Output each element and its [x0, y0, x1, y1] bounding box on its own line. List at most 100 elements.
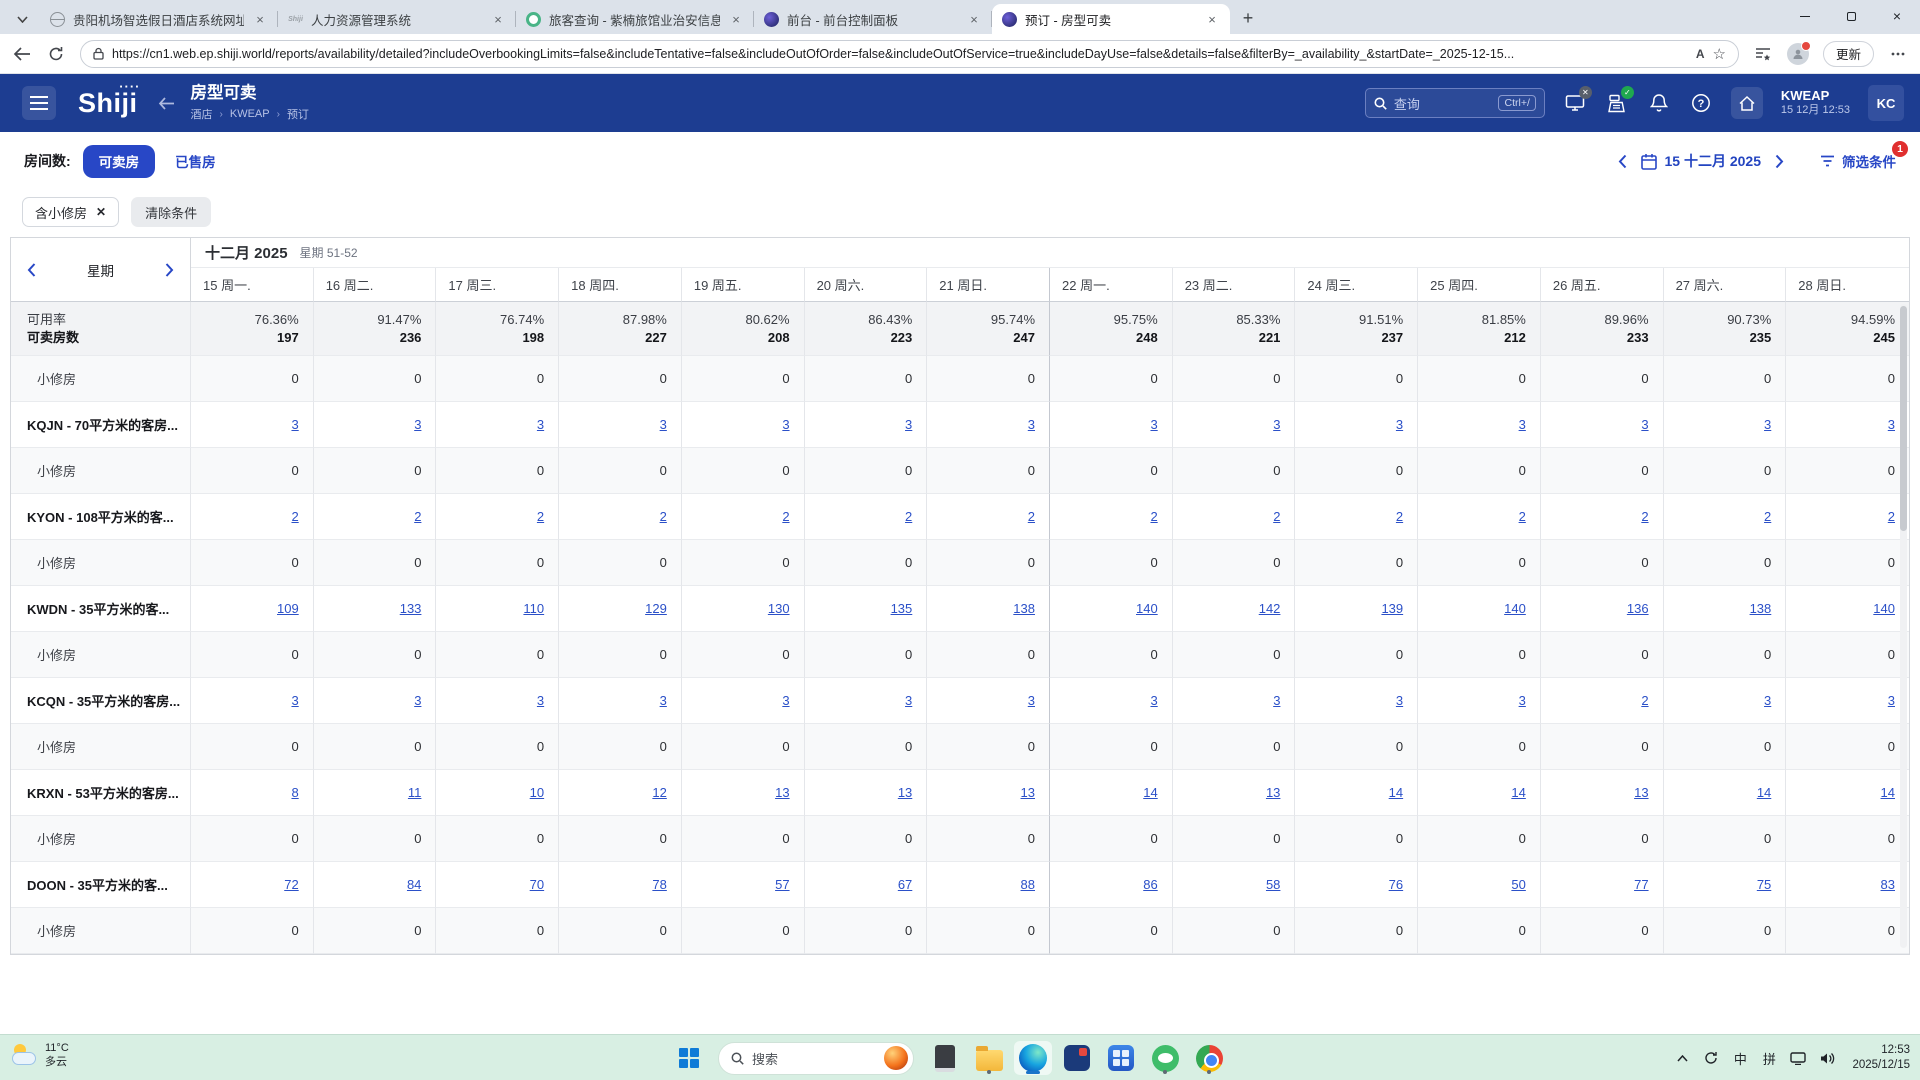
- browser-tab-3[interactable]: 旅客查询 - 紫楠旅馆业治安信息管×: [516, 4, 754, 34]
- menu-icon[interactable]: [22, 86, 56, 120]
- tab-close-icon[interactable]: ×: [728, 12, 744, 27]
- address-bar[interactable]: https://cn1.web.ep.shiji.world/reports/a…: [80, 40, 1739, 68]
- browser-tab-1[interactable]: 贵阳机场智选假日酒店系统网址导×: [40, 4, 278, 34]
- availability-link[interactable]: 3: [1764, 417, 1771, 432]
- previous-date-icon[interactable]: [1618, 154, 1627, 169]
- home-icon[interactable]: [1731, 87, 1763, 119]
- new-tab-button[interactable]: +: [1234, 4, 1262, 32]
- availability-link[interactable]: 133: [400, 601, 422, 616]
- availability-link[interactable]: 10: [530, 785, 544, 800]
- availability-link[interactable]: 3: [782, 693, 789, 708]
- availability-link[interactable]: 3: [537, 693, 544, 708]
- search-highlight-icon[interactable]: [884, 1046, 908, 1070]
- availability-link[interactable]: 3: [1519, 693, 1526, 708]
- availability-link[interactable]: 2: [1150, 509, 1157, 524]
- tab-close-icon[interactable]: ×: [252, 12, 268, 27]
- availability-link[interactable]: 3: [1888, 693, 1895, 708]
- navy-app-taskbar-icon[interactable]: [1058, 1041, 1096, 1075]
- availability-link[interactable]: 3: [1396, 693, 1403, 708]
- availability-link[interactable]: 3: [1028, 417, 1035, 432]
- availability-link[interactable]: 3: [1764, 693, 1771, 708]
- tab-close-icon[interactable]: ×: [966, 12, 982, 27]
- availability-link[interactable]: 75: [1757, 877, 1771, 892]
- availability-link[interactable]: 13: [775, 785, 789, 800]
- close-button[interactable]: ×: [1874, 0, 1920, 32]
- availability-link[interactable]: 136: [1627, 601, 1649, 616]
- availability-link[interactable]: 3: [1150, 693, 1157, 708]
- availability-link[interactable]: 3: [1273, 693, 1280, 708]
- refresh-icon[interactable]: [46, 44, 66, 64]
- availability-link[interactable]: 13: [898, 785, 912, 800]
- read-aloud-icon[interactable]: A: [1696, 47, 1705, 61]
- volume-icon[interactable]: [1819, 1052, 1835, 1065]
- availability-link[interactable]: 130: [768, 601, 790, 616]
- sync-icon[interactable]: [1703, 1051, 1719, 1065]
- browser-menu-icon[interactable]: [1888, 44, 1908, 64]
- filter-chip-oos[interactable]: 含小修房 ✕: [22, 197, 119, 227]
- tab-close-icon[interactable]: ×: [1204, 12, 1220, 27]
- availability-link[interactable]: 13: [1266, 785, 1280, 800]
- availability-link[interactable]: 140: [1504, 601, 1526, 616]
- cashier-icon[interactable]: ✓: [1605, 91, 1629, 115]
- availability-link[interactable]: 2: [1888, 509, 1895, 524]
- availability-link[interactable]: 14: [1389, 785, 1403, 800]
- availability-link[interactable]: 14: [1881, 785, 1895, 800]
- availability-link[interactable]: 2: [537, 509, 544, 524]
- edge-taskbar-icon[interactable]: [1014, 1041, 1052, 1075]
- availability-link[interactable]: 3: [414, 417, 421, 432]
- availability-link[interactable]: 13: [1021, 785, 1035, 800]
- maximize-button[interactable]: [1828, 0, 1874, 32]
- folder-taskbar-icon[interactable]: [970, 1041, 1008, 1075]
- favorites-bar-icon[interactable]: [1753, 44, 1773, 64]
- availability-link[interactable]: 70: [530, 877, 544, 892]
- ime-language-indicator[interactable]: 中: [1732, 1049, 1748, 1068]
- availability-link[interactable]: 3: [1396, 417, 1403, 432]
- taskbar-clock[interactable]: 12:53 2025/12/15: [1852, 1043, 1910, 1073]
- availability-link[interactable]: 13: [1634, 785, 1648, 800]
- next-week-icon[interactable]: [165, 263, 174, 277]
- availability-link[interactable]: 110: [523, 601, 544, 616]
- availability-link[interactable]: 138: [1750, 601, 1772, 616]
- notifications-bell-icon[interactable]: [1647, 91, 1671, 115]
- tab-search-icon[interactable]: [8, 6, 36, 32]
- availability-link[interactable]: 2: [1641, 509, 1648, 524]
- property-info[interactable]: KWEAP 15 12月 12:53: [1781, 88, 1850, 118]
- availability-link[interactable]: 58: [1266, 877, 1280, 892]
- chrome-taskbar-icon[interactable]: [1190, 1041, 1228, 1075]
- availability-link[interactable]: 67: [898, 877, 912, 892]
- availability-link[interactable]: 14: [1757, 785, 1771, 800]
- breadcrumb-booking[interactable]: 预订: [287, 106, 309, 122]
- availability-link[interactable]: 3: [905, 693, 912, 708]
- availability-link[interactable]: 86: [1143, 877, 1157, 892]
- browser-tab-4[interactable]: 前台 - 前台控制面板×: [754, 4, 992, 34]
- scrollbar-thumb[interactable]: [1900, 306, 1907, 531]
- availability-link[interactable]: 50: [1511, 877, 1525, 892]
- availability-link[interactable]: 3: [1519, 417, 1526, 432]
- availability-link[interactable]: 3: [1150, 417, 1157, 432]
- favorite-star-icon[interactable]: ☆: [1713, 45, 1726, 63]
- availability-link[interactable]: 135: [891, 601, 913, 616]
- availability-link[interactable]: 3: [782, 417, 789, 432]
- browser-tab-2[interactable]: Shiji人力资源管理系统×: [278, 4, 516, 34]
- availability-link[interactable]: 2: [1273, 509, 1280, 524]
- breadcrumb-hotel[interactable]: 酒店: [191, 106, 213, 122]
- availability-link[interactable]: 3: [291, 693, 298, 708]
- back-arrow-icon[interactable]: [158, 97, 175, 110]
- availability-link[interactable]: 3: [291, 417, 298, 432]
- availability-link[interactable]: 2: [1519, 509, 1526, 524]
- availability-link[interactable]: 88: [1021, 877, 1035, 892]
- available-rooms-toggle[interactable]: 可卖房: [83, 145, 156, 178]
- availability-link[interactable]: 109: [277, 601, 299, 616]
- availability-link[interactable]: 3: [1888, 417, 1895, 432]
- availability-link[interactable]: 142: [1259, 601, 1281, 616]
- previous-week-icon[interactable]: [27, 263, 36, 277]
- availability-link[interactable]: 3: [1273, 417, 1280, 432]
- availability-link[interactable]: 76: [1389, 877, 1403, 892]
- taskbar-search-input[interactable]: 搜索: [718, 1042, 914, 1075]
- availability-link[interactable]: 140: [1136, 601, 1158, 616]
- availability-link[interactable]: 57: [775, 877, 789, 892]
- availability-link[interactable]: 3: [1028, 693, 1035, 708]
- availability-link[interactable]: 11: [408, 785, 422, 800]
- availability-link[interactable]: 83: [1881, 877, 1895, 892]
- availability-link[interactable]: 129: [645, 601, 667, 616]
